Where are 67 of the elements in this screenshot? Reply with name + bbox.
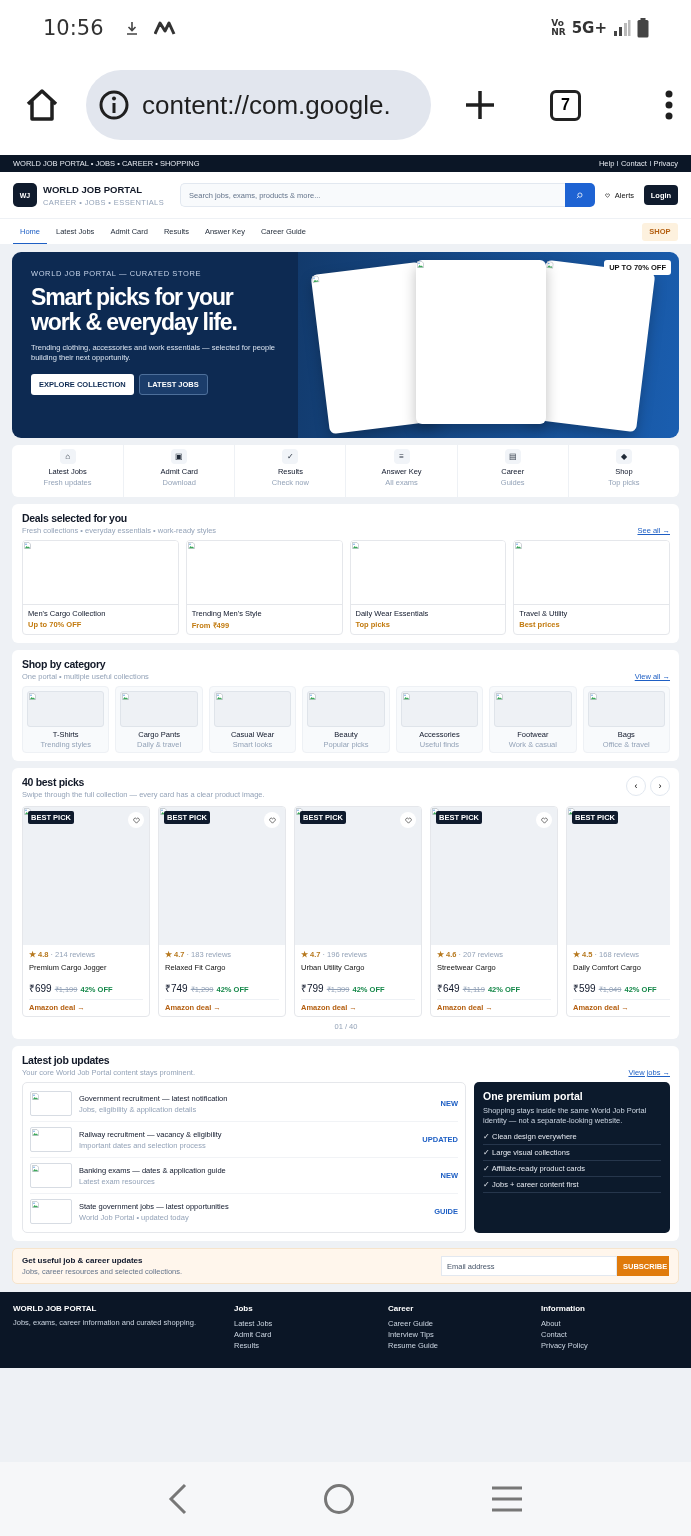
- recents-icon[interactable]: [491, 1486, 524, 1512]
- broken-image-icon: [215, 693, 223, 700]
- home-button-icon[interactable]: [323, 1483, 356, 1515]
- quick-link-icon[interactable]: ≡: [393, 449, 410, 464]
- broken-image-icon: [187, 542, 195, 549]
- quick-link-icon[interactable]: ⌂: [59, 449, 76, 464]
- footer-heading: Jobs: [234, 1304, 253, 1313]
- broken-image-icon: [32, 1129, 39, 1136]
- new-tab-icon[interactable]: [464, 89, 496, 121]
- home-icon[interactable]: [24, 87, 60, 123]
- footer-brand: WORLD JOB PORTAL: [13, 1304, 97, 1313]
- back-icon[interactable]: [167, 1483, 188, 1515]
- heart-icon: [540, 816, 548, 824]
- info-icon[interactable]: [98, 89, 130, 121]
- search-button[interactable]: [564, 183, 595, 207]
- broken-image-icon: [32, 1201, 39, 1208]
- broken-image-icon: [32, 1165, 39, 1172]
- menu-icon[interactable]: [665, 90, 673, 120]
- section-title: 40 best picks: [22, 776, 86, 788]
- section-title: Shop by category: [22, 658, 107, 670]
- newsletter-title: Get useful job & career updates: [22, 1256, 144, 1265]
- heart-icon: [268, 816, 276, 824]
- broken-image-icon: [589, 693, 597, 700]
- broken-image-icon: [24, 542, 31, 549]
- signal-icon: [613, 18, 631, 37]
- wishlist-button[interactable]: [264, 812, 280, 828]
- price: ₹649: [437, 982, 460, 995]
- next-button[interactable]: ›: [650, 776, 670, 796]
- broken-image-icon: [515, 542, 523, 549]
- heart-icon[interactable]: [604, 192, 610, 198]
- broken-image-icon: [122, 693, 130, 700]
- broken-image-icon: [402, 693, 410, 700]
- heart-icon: [132, 816, 140, 824]
- download-icon: [125, 20, 138, 35]
- wishlist-button[interactable]: [536, 812, 552, 828]
- quick-link-icon[interactable]: ▣: [171, 449, 188, 464]
- network-type: 5G+: [571, 18, 607, 37]
- vonr-indicator: Vo NR: [551, 18, 566, 37]
- quick-link-icon[interactable]: ✓: [282, 449, 299, 464]
- quick-link-icon[interactable]: ◆: [615, 449, 632, 464]
- broken-image-icon: [309, 693, 317, 700]
- price: ₹799: [301, 982, 324, 995]
- price: ₹749: [165, 982, 188, 995]
- promo-title: One premium portal: [483, 1090, 584, 1102]
- app-logo-icon: [153, 20, 176, 35]
- section-title: Latest job updates: [22, 1054, 111, 1066]
- wishlist-button[interactable]: [128, 812, 144, 828]
- price: ₹599: [573, 982, 596, 995]
- broken-image-icon: [496, 693, 504, 700]
- search-icon: [576, 191, 584, 199]
- status-time: 10:56: [43, 15, 104, 40]
- section-title: Deals selected for you: [22, 512, 128, 524]
- hero-title: Smart picks for your work & everyday life.: [31, 285, 238, 335]
- broken-image-icon: [351, 542, 359, 549]
- broken-image-icon: [29, 693, 36, 700]
- wishlist-button[interactable]: [400, 812, 416, 828]
- broken-image-icon: [32, 1093, 39, 1100]
- price: ₹699: [29, 982, 52, 995]
- tab-switcher-button[interactable]: 7: [550, 89, 581, 121]
- quick-link-icon[interactable]: ▤: [504, 449, 521, 464]
- footer-heading: Information: [541, 1304, 585, 1313]
- address-bar[interactable]: content://com.google.: [86, 70, 431, 140]
- battery-icon: [637, 17, 649, 38]
- brand-name[interactable]: WORLD JOB PORTAL: [43, 183, 165, 195]
- heart-icon: [404, 816, 412, 824]
- footer-heading: Career: [388, 1304, 414, 1313]
- previous-button[interactable]: ‹: [626, 776, 646, 796]
